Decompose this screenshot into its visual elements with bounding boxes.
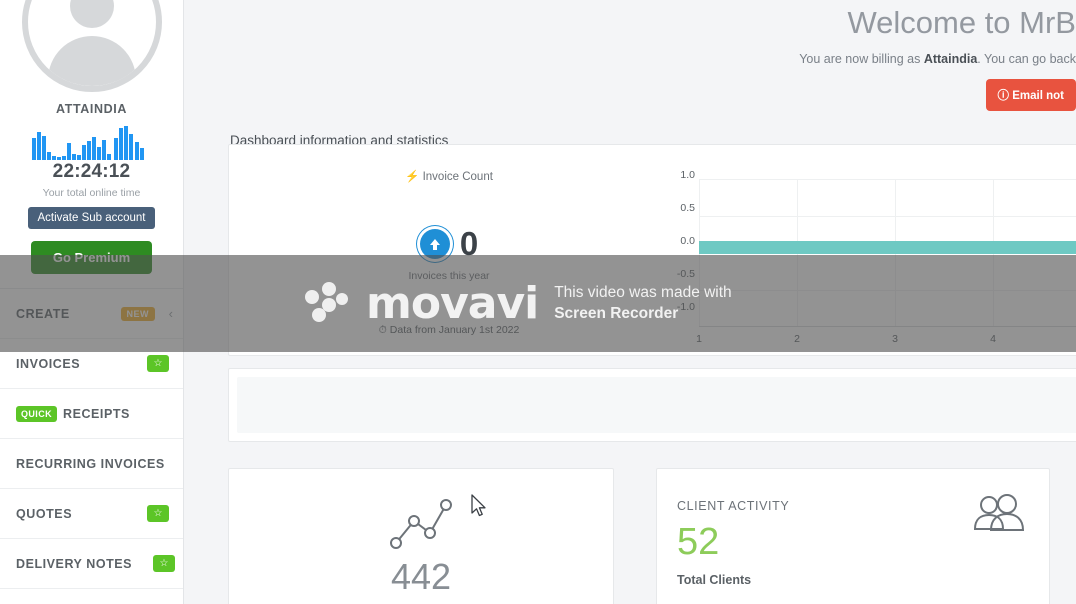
gridline-y-1: [699, 179, 1076, 180]
client-activity-card[interactable]: CLIENT ACTIVITY 52 Total Clients: [656, 468, 1050, 604]
client-activity-label: Total Clients: [677, 573, 752, 587]
sidebar-item-label: RECEIPTS: [63, 406, 130, 421]
billing-subtitle-prefix: You are now billing as: [799, 52, 924, 66]
sidebar-profile: ATTAINDIA 22:24:12 Your total online tim…: [0, 0, 183, 229]
invoice-count-heading: ⚡ Invoice Count: [229, 169, 669, 183]
y-tick-label: 1.0: [680, 169, 695, 181]
movavi-dots-logo: [305, 281, 348, 322]
secondary-panel: [228, 368, 1076, 442]
online-time-sparkline-icon: [31, 126, 144, 160]
y-tick-label: 0.0: [680, 235, 695, 247]
email-notification-button[interactable]: ⓘ Email not: [985, 79, 1076, 111]
app-root: ATTAINDIA 22:24:12 Your total online tim…: [0, 0, 1076, 604]
activate-sub-account-button[interactable]: Activate Sub account: [28, 207, 155, 229]
quick-badge: QUICK: [16, 405, 57, 422]
online-time-label: Your total online time: [42, 187, 141, 199]
avatar-head: [69, 0, 114, 28]
gridline-y-05: [699, 216, 1076, 217]
mouse-pointer-icon: [471, 494, 486, 517]
total-invoices-card[interactable]: 442 Total Invoices: [228, 468, 614, 604]
star-badge-icon[interactable]: ☆: [153, 555, 175, 572]
sidebar-item-label: QUOTES: [16, 506, 73, 521]
arrow-up-circle-icon: [419, 228, 450, 259]
movavi-watermark-overlay: movavi This video was made with Screen R…: [0, 255, 1076, 352]
sidebar-item-label: DELIVERY NOTES: [16, 556, 133, 571]
sidebar-item-recurring-invoices[interactable]: RECURRING INVOICES: [0, 439, 183, 489]
avatar-body: [47, 36, 136, 86]
sidebar-item-receipts[interactable]: QUICK RECEIPTS: [0, 389, 183, 439]
info-circle-icon: ⓘ: [997, 90, 1010, 102]
line-chart-icon: [390, 499, 452, 549]
billing-subtitle: You are now billing as Attaindia. You ca…: [184, 52, 1076, 66]
sidebar-item-label: INVOICES: [16, 356, 81, 371]
total-invoices-value: 442: [390, 556, 452, 597]
page-title: Welcome to MrB: [847, 5, 1076, 40]
sidebar-item-quotes[interactable]: QUOTES ☆: [0, 489, 183, 539]
y-tick-label: 0.5: [680, 202, 695, 214]
email-notification-label: Email not: [1012, 90, 1064, 102]
welcome-header: Welcome to MrB You are now billing as At…: [184, 0, 1076, 111]
movavi-brand: movavi: [302, 277, 539, 329]
movavi-caption: This video was made with Screen Recorder: [554, 283, 731, 325]
sidebar-item-label: RECURRING INVOICES: [16, 456, 165, 471]
invoice-count-heading-label: Invoice Count: [422, 171, 493, 183]
movavi-wordmark: movavi: [366, 277, 539, 329]
star-badge-icon[interactable]: ☆: [147, 505, 169, 522]
movavi-caption-line2: Screen Recorder: [554, 304, 679, 322]
profile-name: ATTAINDIA: [56, 102, 127, 116]
secondary-panel-inner: [237, 377, 1076, 433]
bolt-icon: ⚡: [405, 171, 420, 183]
users-icon: [973, 494, 1025, 531]
billing-account-name: Attaindia: [923, 52, 978, 66]
movavi-caption-line1: This video was made with: [554, 283, 732, 301]
user-avatar-icon: [21, 0, 162, 92]
sidebar-item-delivery-notes[interactable]: DELIVERY NOTES ☆: [0, 539, 183, 589]
online-time-value: 22:24:12: [52, 161, 131, 182]
billing-subtitle-suffix: . You can go back: [977, 52, 1076, 66]
chart-series-band-this-year: [699, 241, 1076, 255]
star-badge-icon[interactable]: ☆: [147, 355, 169, 372]
